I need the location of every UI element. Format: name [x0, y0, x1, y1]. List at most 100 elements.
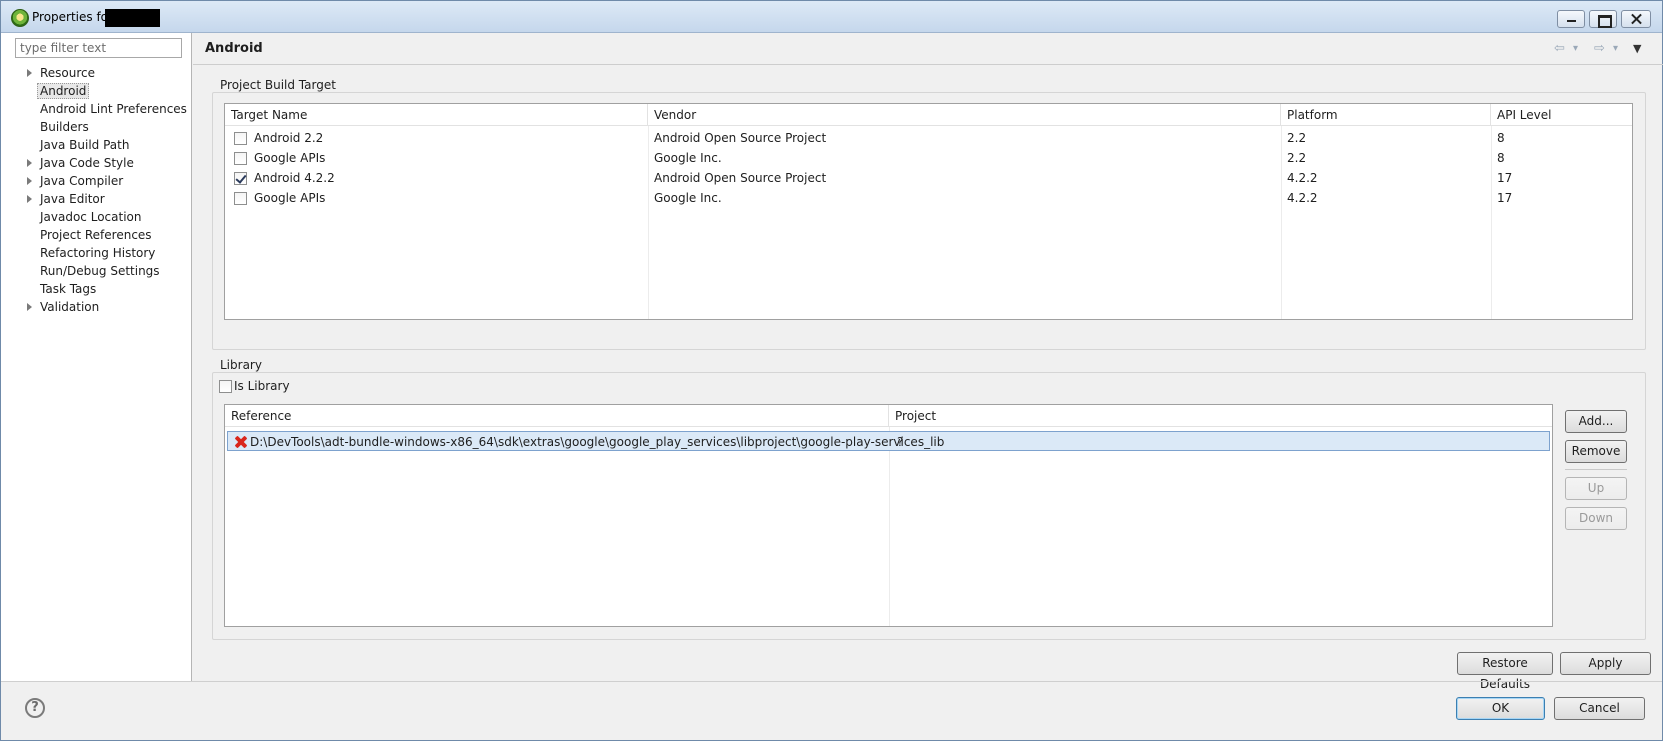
target-checkbox[interactable]	[234, 152, 247, 165]
tree-item-java-build-path[interactable]: Java Build Path	[1, 136, 192, 154]
table-row[interactable]: Android 4.2.2 Android Open Source Projec…	[225, 168, 1632, 188]
tree-item-android-lint-preferences[interactable]: Android Lint Preferences	[1, 100, 192, 118]
library-group-label: Library	[218, 358, 264, 372]
tree-item-java-compiler[interactable]: Java Compiler	[1, 172, 192, 190]
window-title: Properties for	[32, 10, 113, 24]
cancel-button[interactable]: Cancel	[1554, 697, 1645, 720]
expand-arrow-icon[interactable]	[27, 69, 32, 77]
target-api-level: 8	[1497, 151, 1505, 165]
tree-item-refactoring-history[interactable]: Refactoring History	[1, 244, 192, 262]
column-divider	[889, 427, 890, 626]
tree-item-label: Java Build Path	[40, 138, 130, 152]
tree-item-label: Java Code Style	[40, 156, 134, 170]
tree-item-label: Refactoring History	[40, 246, 156, 260]
restore-defaults-button[interactable]: Restore Defaults	[1457, 652, 1553, 691]
library-table-header: Reference Project	[225, 405, 1552, 427]
expand-arrow-icon[interactable]	[27, 303, 32, 311]
properties-dialog: Properties for Resource Android Android …	[0, 0, 1663, 741]
tree-item-resource[interactable]: Resource	[1, 64, 192, 82]
column-header-vendor[interactable]: Vendor	[648, 104, 1281, 126]
move-down-button[interactable]: Down	[1565, 507, 1627, 530]
target-platform: 4.2.2	[1287, 171, 1318, 185]
tree-item-java-editor[interactable]: Java Editor	[1, 190, 192, 208]
property-pages-tree: Resource Android Android Lint Preference…	[1, 64, 192, 316]
page-navigation: ⇦ ▾ ⇨ ▾ ▼	[1554, 41, 1654, 57]
column-header-target-name[interactable]: Target Name	[225, 104, 648, 126]
target-api-level: 8	[1497, 131, 1505, 145]
target-checkbox[interactable]	[234, 132, 247, 145]
target-checkbox-checked[interactable]	[234, 172, 247, 185]
expand-arrow-icon[interactable]	[27, 159, 32, 167]
button-separator	[1565, 469, 1627, 470]
back-arrow-icon[interactable]: ⇦	[1554, 41, 1565, 56]
library-project-name: ?	[897, 435, 904, 449]
expand-arrow-icon[interactable]	[27, 195, 32, 203]
expand-arrow-icon[interactable]	[27, 177, 32, 185]
tree-item-label: Android	[37, 83, 90, 99]
tree-item-label: Project References	[40, 228, 152, 242]
tree-item-label: Run/Debug Settings	[40, 264, 160, 278]
tree-item-android[interactable]: Android	[1, 82, 192, 100]
tree-item-label: Android Lint Preferences	[40, 102, 187, 116]
tree-item-javadoc-location[interactable]: Javadoc Location	[1, 208, 192, 226]
error-icon	[234, 435, 248, 449]
tree-item-label: Task Tags	[40, 282, 97, 296]
target-name: Google APIs	[254, 151, 326, 165]
table-row[interactable]: Android 2.2 Android Open Source Project …	[225, 128, 1632, 148]
forward-history-dropdown-icon[interactable]: ▾	[1613, 43, 1618, 54]
tree-item-run-debug-settings[interactable]: Run/Debug Settings	[1, 262, 192, 280]
tree-item-project-references[interactable]: Project References	[1, 226, 192, 244]
table-row[interactable]: Google APIs Google Inc. 2.2 8	[225, 148, 1632, 168]
maximize-button[interactable]	[1589, 10, 1617, 28]
eclipse-app-icon	[11, 9, 29, 27]
back-history-dropdown-icon[interactable]: ▾	[1573, 43, 1578, 54]
table-row[interactable]: D:\DevTools\adt-bundle-windows-x86_64\sd…	[227, 431, 1550, 451]
header-divider	[193, 64, 1663, 65]
is-library-label[interactable]: Is Library	[234, 379, 290, 393]
column-header-project[interactable]: Project	[889, 405, 1552, 427]
build-target-table: Target Name Vendor Platform API Level An…	[224, 103, 1633, 320]
target-api-level: 17	[1497, 171, 1513, 185]
apply-button[interactable]: Apply	[1560, 652, 1651, 675]
property-pages-panel: Resource Android Android Lint Preference…	[1, 33, 192, 681]
forward-arrow-icon[interactable]: ⇨	[1594, 41, 1605, 56]
target-vendor: Google Inc.	[654, 191, 722, 205]
table-row[interactable]: Google APIs Google Inc. 4.2.2 17	[225, 188, 1632, 208]
column-header-reference[interactable]: Reference	[225, 405, 889, 427]
page-title: Android	[205, 41, 263, 56]
target-name: Google APIs	[254, 191, 326, 205]
target-vendor: Android Open Source Project	[654, 171, 827, 185]
tree-item-builders[interactable]: Builders	[1, 118, 192, 136]
ok-button[interactable]: OK	[1456, 697, 1545, 720]
tree-item-label: Resource	[40, 66, 96, 80]
target-platform: 2.2	[1287, 131, 1307, 145]
redacted-project-name	[105, 9, 160, 27]
build-target-table-header: Target Name Vendor Platform API Level	[225, 104, 1632, 126]
close-window-button[interactable]	[1621, 10, 1651, 28]
target-checkbox[interactable]	[234, 192, 247, 205]
tree-item-validation[interactable]: Validation	[1, 298, 192, 316]
tree-item-label: Java Editor	[40, 192, 105, 206]
help-icon[interactable]: ?	[25, 698, 45, 718]
library-reference-table: Reference Project D:\DevTools\adt-bundle…	[224, 404, 1553, 627]
move-up-button[interactable]: Up	[1565, 477, 1627, 500]
library-reference-path: D:\DevTools\adt-bundle-windows-x86_64\sd…	[250, 435, 945, 449]
target-name: Android 2.2	[254, 131, 324, 145]
column-header-platform[interactable]: Platform	[1281, 104, 1491, 126]
is-library-checkbox[interactable]	[219, 380, 232, 393]
target-platform: 4.2.2	[1287, 191, 1318, 205]
build-target-group-label: Project Build Target	[218, 78, 338, 92]
target-vendor: Google Inc.	[654, 151, 722, 165]
filter-input[interactable]	[15, 38, 182, 58]
minimize-button[interactable]	[1557, 10, 1585, 28]
remove-library-button[interactable]: Remove	[1565, 440, 1627, 463]
add-library-button[interactable]: Add...	[1565, 410, 1627, 433]
column-header-api-level[interactable]: API Level	[1491, 104, 1632, 126]
view-menu-icon[interactable]: ▼	[1633, 42, 1641, 55]
target-vendor: Android Open Source Project	[654, 131, 827, 145]
tree-item-java-code-style[interactable]: Java Code Style	[1, 154, 192, 172]
tree-item-task-tags[interactable]: Task Tags	[1, 280, 192, 298]
footer-divider	[1, 681, 1662, 682]
title-bar: Properties for	[1, 1, 1662, 33]
tree-item-label: Builders	[40, 120, 89, 134]
